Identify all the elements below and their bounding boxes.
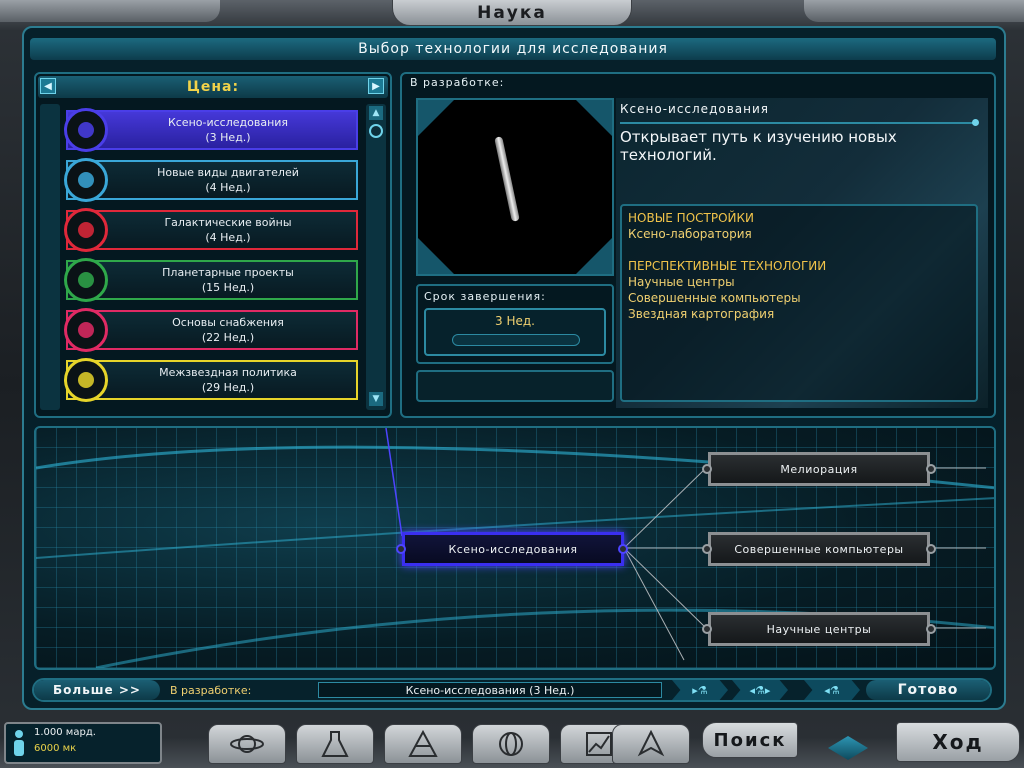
viewer-corner-tr xyxy=(576,100,612,136)
tech-item-cost: (4 Нед.) xyxy=(205,231,251,244)
supply-icon xyxy=(64,308,108,352)
leaf-icon xyxy=(64,258,108,302)
viewer-corner-bl xyxy=(418,238,454,274)
tech-list-item[interactable]: Основы снабжения (22 Нед.) xyxy=(66,310,358,350)
underline-dot xyxy=(972,119,979,126)
tech-list-item[interactable]: Галактические войны (4 Нед.) xyxy=(66,210,358,250)
warship-icon xyxy=(64,208,108,252)
tech-description: Открывает путь к изучению новых технолог… xyxy=(620,128,897,164)
speech-icon xyxy=(64,358,108,402)
node-connector xyxy=(702,464,712,474)
tech-item-cost: (4 Нед.) xyxy=(205,181,251,194)
tech-viewer xyxy=(416,98,614,276)
flask-icon xyxy=(321,731,349,757)
development-header: В разработке: xyxy=(410,76,505,89)
screen-header: Выбор технологии для исследования xyxy=(30,38,996,60)
tree-node-science-centers[interactable]: Научные центры xyxy=(708,612,930,646)
tech-item-cost: (29 Нед.) xyxy=(201,381,255,394)
tech-list-item[interactable]: Планетарные проекты (15 Нед.) xyxy=(66,260,358,300)
future-tech-header: ПЕРСПЕКТИВНЫЕ ТЕХНОЛОГИИ xyxy=(628,259,827,273)
viewer-corner-br xyxy=(576,238,612,274)
node-connector xyxy=(702,544,712,554)
research-speed-fast-button[interactable]: ◂⚗▸ xyxy=(732,680,788,700)
search-button[interactable]: Поиск xyxy=(702,722,798,758)
node-connector xyxy=(702,624,712,634)
future-tech-item: Совершенные компьютеры xyxy=(628,291,801,305)
node-connector xyxy=(926,624,936,634)
tech-list-item[interactable]: Межзвездная политика (29 Нед.) xyxy=(66,360,358,400)
future-tech-item: Научные центры xyxy=(628,275,735,289)
window-title: Наука xyxy=(392,0,632,26)
future-tech-item: Звездная картография xyxy=(628,307,775,321)
mk-value: 6000 мк xyxy=(34,743,77,754)
flask-icon: ◂⚗▸ xyxy=(749,683,771,697)
flask-icon: ◂⚗ xyxy=(824,683,840,697)
list-header-cost: Цена: xyxy=(38,76,388,98)
planets-button[interactable] xyxy=(208,724,286,764)
tech-name: Ксено-исследования xyxy=(620,102,769,116)
scroll-down-button[interactable]: ▼ xyxy=(369,392,383,406)
empty-slot xyxy=(416,370,614,402)
globe-icon xyxy=(499,732,523,756)
done-button[interactable]: Готово xyxy=(866,680,990,700)
diplomacy-button[interactable] xyxy=(472,724,550,764)
ship-icon xyxy=(637,730,665,757)
research-progress-bar xyxy=(452,334,580,346)
scroll-thumb[interactable] xyxy=(369,124,383,138)
tech-tree-panel: Ксено-исследования Мелиорация Совершенны… xyxy=(34,426,996,670)
engine-icon xyxy=(64,158,108,202)
tech-list-item[interactable]: Ксено-исследования (3 Нед.) xyxy=(66,110,358,150)
construction-button[interactable] xyxy=(384,724,462,764)
in-development-label: В разработке: xyxy=(170,684,252,697)
flask-icon: ▸⚗ xyxy=(692,683,708,697)
planet-icon xyxy=(230,735,264,753)
credits-value: 1.000 мард. xyxy=(34,727,96,738)
tree-node-xeno-research[interactable]: Ксено-исследования xyxy=(402,532,624,566)
new-building-item: Ксено-лаборатория xyxy=(628,227,752,241)
new-buildings-header: НОВЫЕ ПОСТРОЙКИ xyxy=(628,211,755,225)
deadline-value: 3 Нед. xyxy=(495,314,535,328)
list-next-arrow[interactable]: ▶ xyxy=(368,78,384,94)
tablet-icon xyxy=(64,108,108,152)
in-development-value: Ксено-исследования (3 Нед.) xyxy=(318,682,662,698)
pyramid-icon xyxy=(408,730,438,757)
list-side-rail xyxy=(40,104,60,410)
tech-item-name: Основы снабжения xyxy=(172,316,284,329)
research-speed-normal-button[interactable]: ◂⚗ xyxy=(804,680,860,700)
tech-item-name: Планетарные проекты xyxy=(162,266,294,279)
research-button[interactable] xyxy=(296,724,374,764)
tech-name-underline xyxy=(620,122,978,124)
tree-node-advanced-computers[interactable]: Совершенные компьютеры xyxy=(708,532,930,566)
tech-list-item[interactable]: Новые виды двигателей (4 Нед.) xyxy=(66,160,358,200)
population-icon xyxy=(14,730,24,756)
more-button[interactable]: Больше >> xyxy=(34,680,160,700)
list-prev-arrow[interactable]: ◀ xyxy=(40,78,56,94)
tech-item-cost: (15 Нед.) xyxy=(201,281,255,294)
node-connector xyxy=(926,464,936,474)
end-turn-button[interactable]: Ход xyxy=(896,722,1020,762)
deadline-label: Срок завершения: xyxy=(424,290,546,303)
tech-details-box: НОВЫЕ ПОСТРОЙКИ Ксено-лаборатория ПЕРСПЕ… xyxy=(620,204,978,402)
scroll-up-button[interactable]: ▲ xyxy=(369,106,383,120)
frame-corner-right xyxy=(804,0,1024,22)
tech-item-name: Ксено-исследования xyxy=(167,116,289,129)
tech-item-cost: (22 Нед.) xyxy=(201,331,255,344)
graph-icon xyxy=(586,732,612,756)
tech-item-name: Межзвездная политика xyxy=(159,366,297,379)
viewer-corner-tl xyxy=(418,100,454,136)
research-speed-slow-button[interactable]: ▸⚗ xyxy=(672,680,728,700)
node-connector xyxy=(618,544,628,554)
list-scrollbar[interactable] xyxy=(366,104,386,410)
node-connector xyxy=(396,544,406,554)
tech-item-name: Галактические войны xyxy=(164,216,292,229)
frame-corner-left xyxy=(0,0,220,22)
node-connector xyxy=(926,544,936,554)
fleet-button[interactable] xyxy=(612,724,690,764)
tech-item-name: Новые виды двигателей xyxy=(157,166,299,179)
tech-item-cost: (3 Нед.) xyxy=(205,131,251,144)
tree-node-melioration[interactable]: Мелиорация xyxy=(708,452,930,486)
